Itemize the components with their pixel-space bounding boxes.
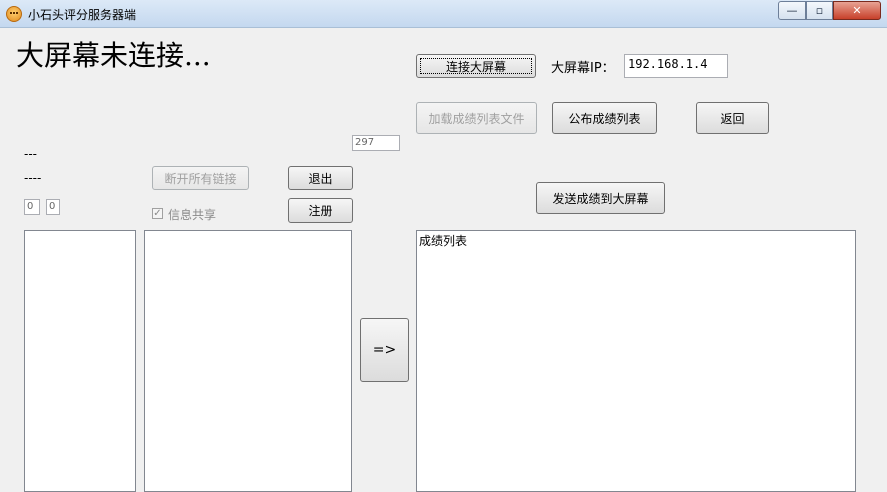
status-line-2: ----: [24, 171, 42, 185]
register-button[interactable]: 注册: [288, 198, 353, 223]
status-line-1: ---: [24, 147, 37, 161]
score-list-header: 成绩列表: [419, 234, 468, 248]
transfer-button[interactable]: =>: [360, 318, 409, 382]
share-info-checkbox[interactable]: ✓: [152, 208, 163, 219]
load-score-file-button[interactable]: 加载成绩列表文件: [416, 102, 537, 134]
connect-screen-label: 连接大屏幕: [445, 59, 506, 74]
minimize-icon: —: [786, 4, 798, 17]
connect-screen-button[interactable]: 连接大屏幕: [416, 54, 536, 78]
exit-button[interactable]: 退出: [288, 166, 353, 190]
share-info-label: 信息共享: [168, 208, 217, 222]
client-list-middle[interactable]: [144, 230, 352, 492]
ip-input[interactable]: 192.168.1.4: [624, 54, 728, 78]
maximize-button[interactable]: ▫: [806, 1, 833, 20]
send-scores-to-screen-label: 发送成绩到大屏幕: [552, 191, 649, 206]
transfer-arrow-icon: =>: [372, 342, 397, 358]
client-list-left[interactable]: [24, 230, 136, 492]
small-field-1[interactable]: 0: [24, 199, 40, 215]
exit-label: 退出: [308, 171, 333, 186]
minimize-button[interactable]: —: [778, 1, 806, 20]
ip-label: 大屏幕IP：: [551, 61, 615, 76]
publish-scores-button[interactable]: 公布成绩列表: [552, 102, 657, 134]
counter-field[interactable]: 297: [352, 135, 400, 151]
close-icon: ✕: [852, 4, 862, 17]
back-label: 返回: [720, 111, 745, 126]
score-list[interactable]: 成绩列表: [416, 230, 856, 492]
close-button[interactable]: ✕: [833, 1, 881, 20]
register-label: 注册: [308, 204, 333, 218]
publish-scores-label: 公布成绩列表: [568, 111, 641, 126]
disconnect-all-button[interactable]: 断开所有链接: [152, 166, 249, 190]
send-scores-to-screen-button[interactable]: 发送成绩到大屏幕: [536, 182, 665, 214]
app-icon: [6, 6, 22, 22]
load-score-file-label: 加载成绩列表文件: [428, 111, 525, 126]
window-title: 小石头评分服务器端: [28, 8, 137, 22]
connection-status: 大屏幕未连接...: [16, 39, 211, 72]
maximize-icon: ▫: [815, 4, 824, 17]
disconnect-all-label: 断开所有链接: [164, 171, 237, 186]
back-button[interactable]: 返回: [696, 102, 769, 134]
small-field-2[interactable]: 0: [46, 199, 60, 215]
